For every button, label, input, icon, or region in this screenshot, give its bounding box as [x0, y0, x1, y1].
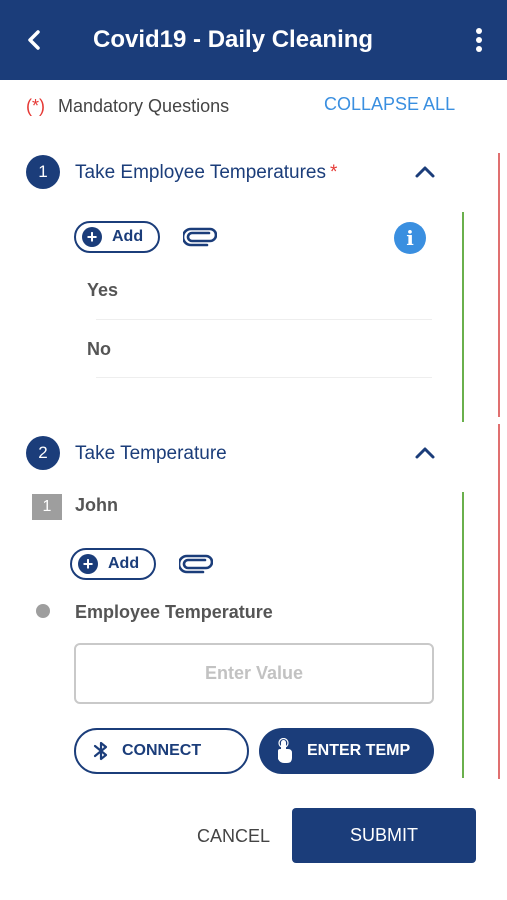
enter-temp-button[interactable]: ENTER TEMP — [259, 728, 434, 774]
add-button-label: Add — [108, 555, 140, 572]
info-icon[interactable]: i — [394, 222, 426, 254]
question-2-status-line — [498, 424, 500, 779]
question-1-status-line — [498, 153, 500, 417]
chevron-left-icon[interactable] — [22, 26, 48, 54]
add-button-label: Add — [112, 228, 144, 245]
chevron-up-icon[interactable] — [414, 165, 436, 179]
add-button[interactable]: + Add — [70, 548, 156, 580]
question-title-text: Take Temperature — [75, 443, 227, 464]
page-title: Covid19 - Daily Cleaning — [93, 26, 374, 53]
paperclip-icon[interactable] — [179, 554, 213, 574]
answer-option[interactable]: Yes — [87, 280, 433, 301]
chevron-up-icon[interactable] — [414, 446, 436, 460]
connect-button-label: CONNECT — [122, 742, 202, 759]
mandatory-note: (*) Mandatory Questions — [26, 96, 229, 117]
question-number: 1 — [26, 155, 60, 189]
subitem-number: 1 — [32, 494, 62, 520]
mandatory-marker: (*) — [26, 96, 45, 116]
touch-hand-icon — [278, 738, 292, 763]
mandatory-text: Mandatory Questions — [58, 96, 230, 116]
question-1-answer-line — [462, 212, 464, 422]
field-bullet — [36, 604, 50, 618]
required-marker: * — [330, 162, 338, 183]
field-label: Employee Temperature — [75, 602, 273, 622]
question-number: 2 — [26, 436, 60, 470]
paperclip-icon[interactable] — [183, 227, 217, 247]
answer-option[interactable]: No — [87, 339, 433, 360]
plus-icon: + — [78, 554, 98, 574]
connect-button[interactable]: CONNECT — [74, 728, 249, 774]
subitem-name: John — [75, 495, 118, 515]
bluetooth-icon — [93, 741, 108, 761]
plus-icon: + — [82, 227, 102, 247]
temperature-value-input[interactable] — [74, 643, 434, 704]
enter-temp-button-label: ENTER TEMP — [307, 742, 411, 759]
option-divider — [96, 319, 432, 320]
submit-button[interactable]: SUBMIT — [292, 808, 476, 863]
add-button[interactable]: + Add — [74, 221, 160, 253]
more-vertical-icon[interactable] — [470, 26, 488, 54]
question-title-text: Take Employee Temperatures — [75, 162, 326, 183]
question-title[interactable]: Take Employee Temperatures * — [75, 162, 337, 184]
cancel-button[interactable]: CANCEL — [197, 826, 270, 847]
question-2-answer-line — [462, 492, 464, 778]
question-title[interactable]: Take Temperature — [75, 443, 227, 465]
option-divider — [96, 377, 432, 378]
app-bar: Covid19 - Daily Cleaning — [0, 0, 507, 80]
collapse-all-link[interactable]: COLLAPSE ALL — [324, 94, 455, 115]
